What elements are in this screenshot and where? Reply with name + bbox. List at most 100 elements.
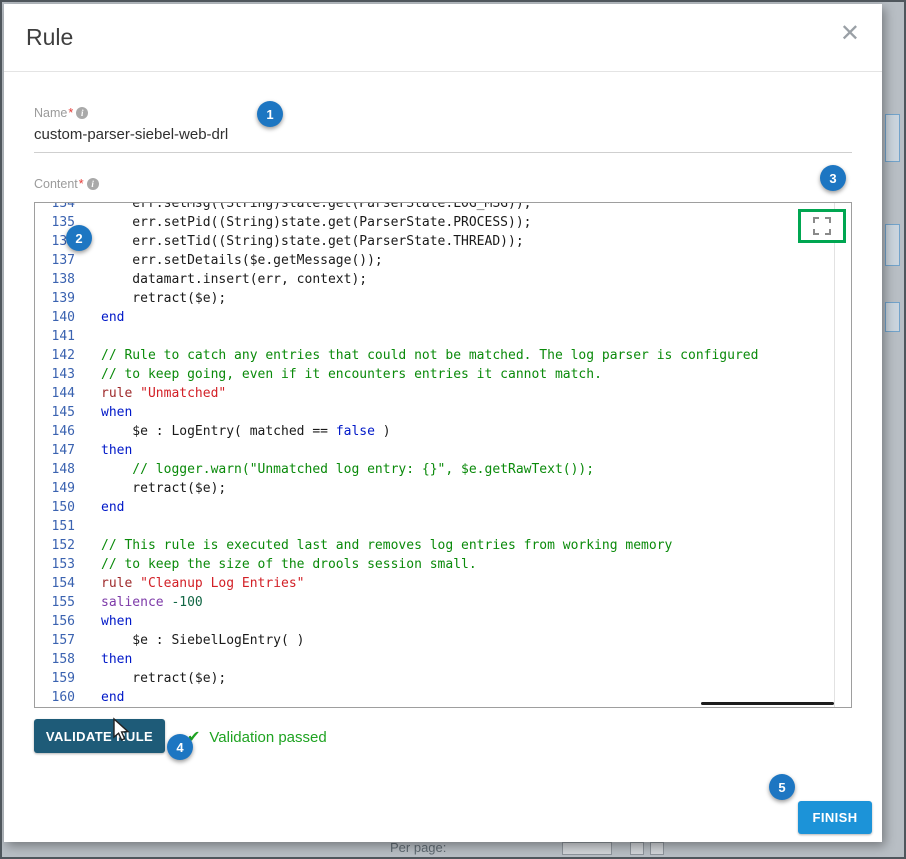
line-number: 155 (35, 593, 75, 612)
annotation-badge-3: 3 (820, 165, 846, 191)
finish-button[interactable]: FINISH (798, 801, 872, 834)
line-number: 146 (35, 422, 75, 441)
code-line: 151 (35, 517, 851, 536)
code-line: 157 $e : SiebelLogEntry( ) (35, 631, 851, 650)
code-line: 139 retract($e); (35, 289, 851, 308)
code-text: datamart.insert(err, context); (75, 270, 367, 289)
modal-header: Rule ✕ (4, 4, 882, 72)
code-text: // to keep going, even if it encounters … (75, 365, 602, 384)
validation-status: ✔ Validation passed (187, 727, 327, 747)
code-line: 141 (35, 327, 851, 346)
annotation-box-expand (798, 209, 846, 243)
info-icon[interactable]: i (87, 178, 99, 190)
line-number: 138 (35, 270, 75, 289)
code-text: end (75, 498, 124, 517)
code-text (75, 517, 101, 536)
annotation-badge-2: 2 (66, 225, 92, 251)
line-number: 159 (35, 669, 75, 688)
name-field-block: Name* i custom-parser-siebel-web-drl (34, 106, 852, 153)
code-text: then (75, 441, 132, 460)
line-number: 160 (35, 688, 75, 707)
backdrop-link-box (885, 224, 900, 266)
code-line: 143// to keep going, even if it encounte… (35, 365, 851, 384)
code-text: salience -100 (75, 593, 203, 612)
code-line: 156when (35, 612, 851, 631)
content-label-text: Content (34, 177, 78, 191)
annotation-badge-5: 5 (769, 774, 795, 800)
code-line: 146 $e : LogEntry( matched == false ) (35, 422, 851, 441)
code-text: err.setDetails($e.getMessage()); (75, 251, 383, 270)
code-text: // logger.warn("Unmatched log entry: {}"… (75, 460, 594, 479)
line-number: 143 (35, 365, 75, 384)
per-page-label: Per page: (390, 840, 446, 855)
code-text: rule "Cleanup Log Entries" (75, 574, 305, 593)
line-number: 152 (35, 536, 75, 555)
annotation-badge-4: 4 (167, 734, 193, 760)
line-number: 150 (35, 498, 75, 517)
backdrop-pagination-bar: Per page: (2, 840, 904, 857)
code-line: 135 err.setPid((String)state.get(ParserS… (35, 213, 851, 232)
code-text: err.setTid((String)state.get(ParserState… (75, 232, 524, 251)
code-line: 145when (35, 403, 851, 422)
line-number: 139 (35, 289, 75, 308)
code-line: 153// to keep the size of the drools ses… (35, 555, 851, 574)
per-page-select (562, 842, 612, 855)
pagination-prev (630, 842, 644, 855)
close-icon[interactable]: ✕ (840, 22, 860, 46)
code-line: 147then (35, 441, 851, 460)
line-number: 140 (35, 308, 75, 327)
code-text: // This rule is executed last and remove… (75, 536, 672, 555)
line-number: 145 (35, 403, 75, 422)
code-text: retract($e); (75, 479, 226, 498)
line-number: 151 (35, 517, 75, 536)
line-number: 144 (35, 384, 75, 403)
line-number: 153 (35, 555, 75, 574)
code-text: end (75, 308, 124, 327)
rule-modal: Rule ✕ Name* i custom-parser-siebel-web-… (4, 4, 882, 842)
code-text: when (75, 612, 132, 631)
line-number: 141 (35, 327, 75, 346)
name-input[interactable]: custom-parser-siebel-web-drl (34, 120, 852, 153)
line-number: 142 (35, 346, 75, 365)
horizontal-scrollbar-thumb[interactable] (701, 702, 834, 705)
code-line: 150end (35, 498, 851, 517)
code-editor[interactable]: 134 err.setMsg((String)state.get(ParserS… (34, 202, 852, 708)
code-lines: 135 err.setPid((String)state.get(ParserS… (35, 213, 851, 707)
code-line: 137 err.setDetails($e.getMessage()); (35, 251, 851, 270)
backdrop-link-box (885, 114, 900, 162)
code-line: 138 datamart.insert(err, context); (35, 270, 851, 289)
annotation-badge-1: 1 (257, 101, 283, 127)
fullscreen-expand-icon[interactable] (812, 216, 832, 236)
screen: Per page: Rule ✕ Name* i custom-parser-s… (0, 0, 906, 859)
line-number: 149 (35, 479, 75, 498)
vertical-scrollbar[interactable] (834, 203, 835, 707)
code-text: retract($e); (75, 669, 226, 688)
code-text: when (75, 403, 132, 422)
code-text: rule "Unmatched" (75, 384, 226, 403)
pagination-next (650, 842, 664, 855)
code-line: 159 retract($e); (35, 669, 851, 688)
partial-line-clip: 134 err.setMsg((String)state.get(ParserS… (35, 203, 851, 213)
required-asterisk: * (68, 106, 73, 120)
validate-rule-button[interactable]: VALIDATE RULE (34, 719, 165, 753)
code-text: // Rule to catch any entries that could … (75, 346, 758, 365)
modal-title: Rule (26, 24, 73, 51)
info-icon[interactable]: i (76, 107, 88, 119)
code-line: 149 retract($e); (35, 479, 851, 498)
code-text: // to keep the size of the drools sessio… (75, 555, 477, 574)
code-line: 136 err.setTid((String)state.get(ParserS… (35, 232, 851, 251)
code-text: err.setPid((String)state.get(ParserState… (75, 213, 531, 232)
mouse-cursor-icon (109, 717, 131, 743)
line-number: 134 (35, 203, 75, 213)
required-asterisk: * (79, 177, 84, 191)
modal-body: Name* i custom-parser-siebel-web-drl Con… (4, 106, 882, 763)
code-text (75, 327, 101, 346)
line-number: 157 (35, 631, 75, 650)
validation-message: Validation passed (209, 729, 326, 746)
line-number: 147 (35, 441, 75, 460)
content-label: Content* i (34, 177, 852, 191)
code-text: retract($e); (75, 289, 226, 308)
line-number: 137 (35, 251, 75, 270)
line-number: 148 (35, 460, 75, 479)
code-text: err.setMsg((String)state.get(ParserState… (75, 203, 531, 213)
